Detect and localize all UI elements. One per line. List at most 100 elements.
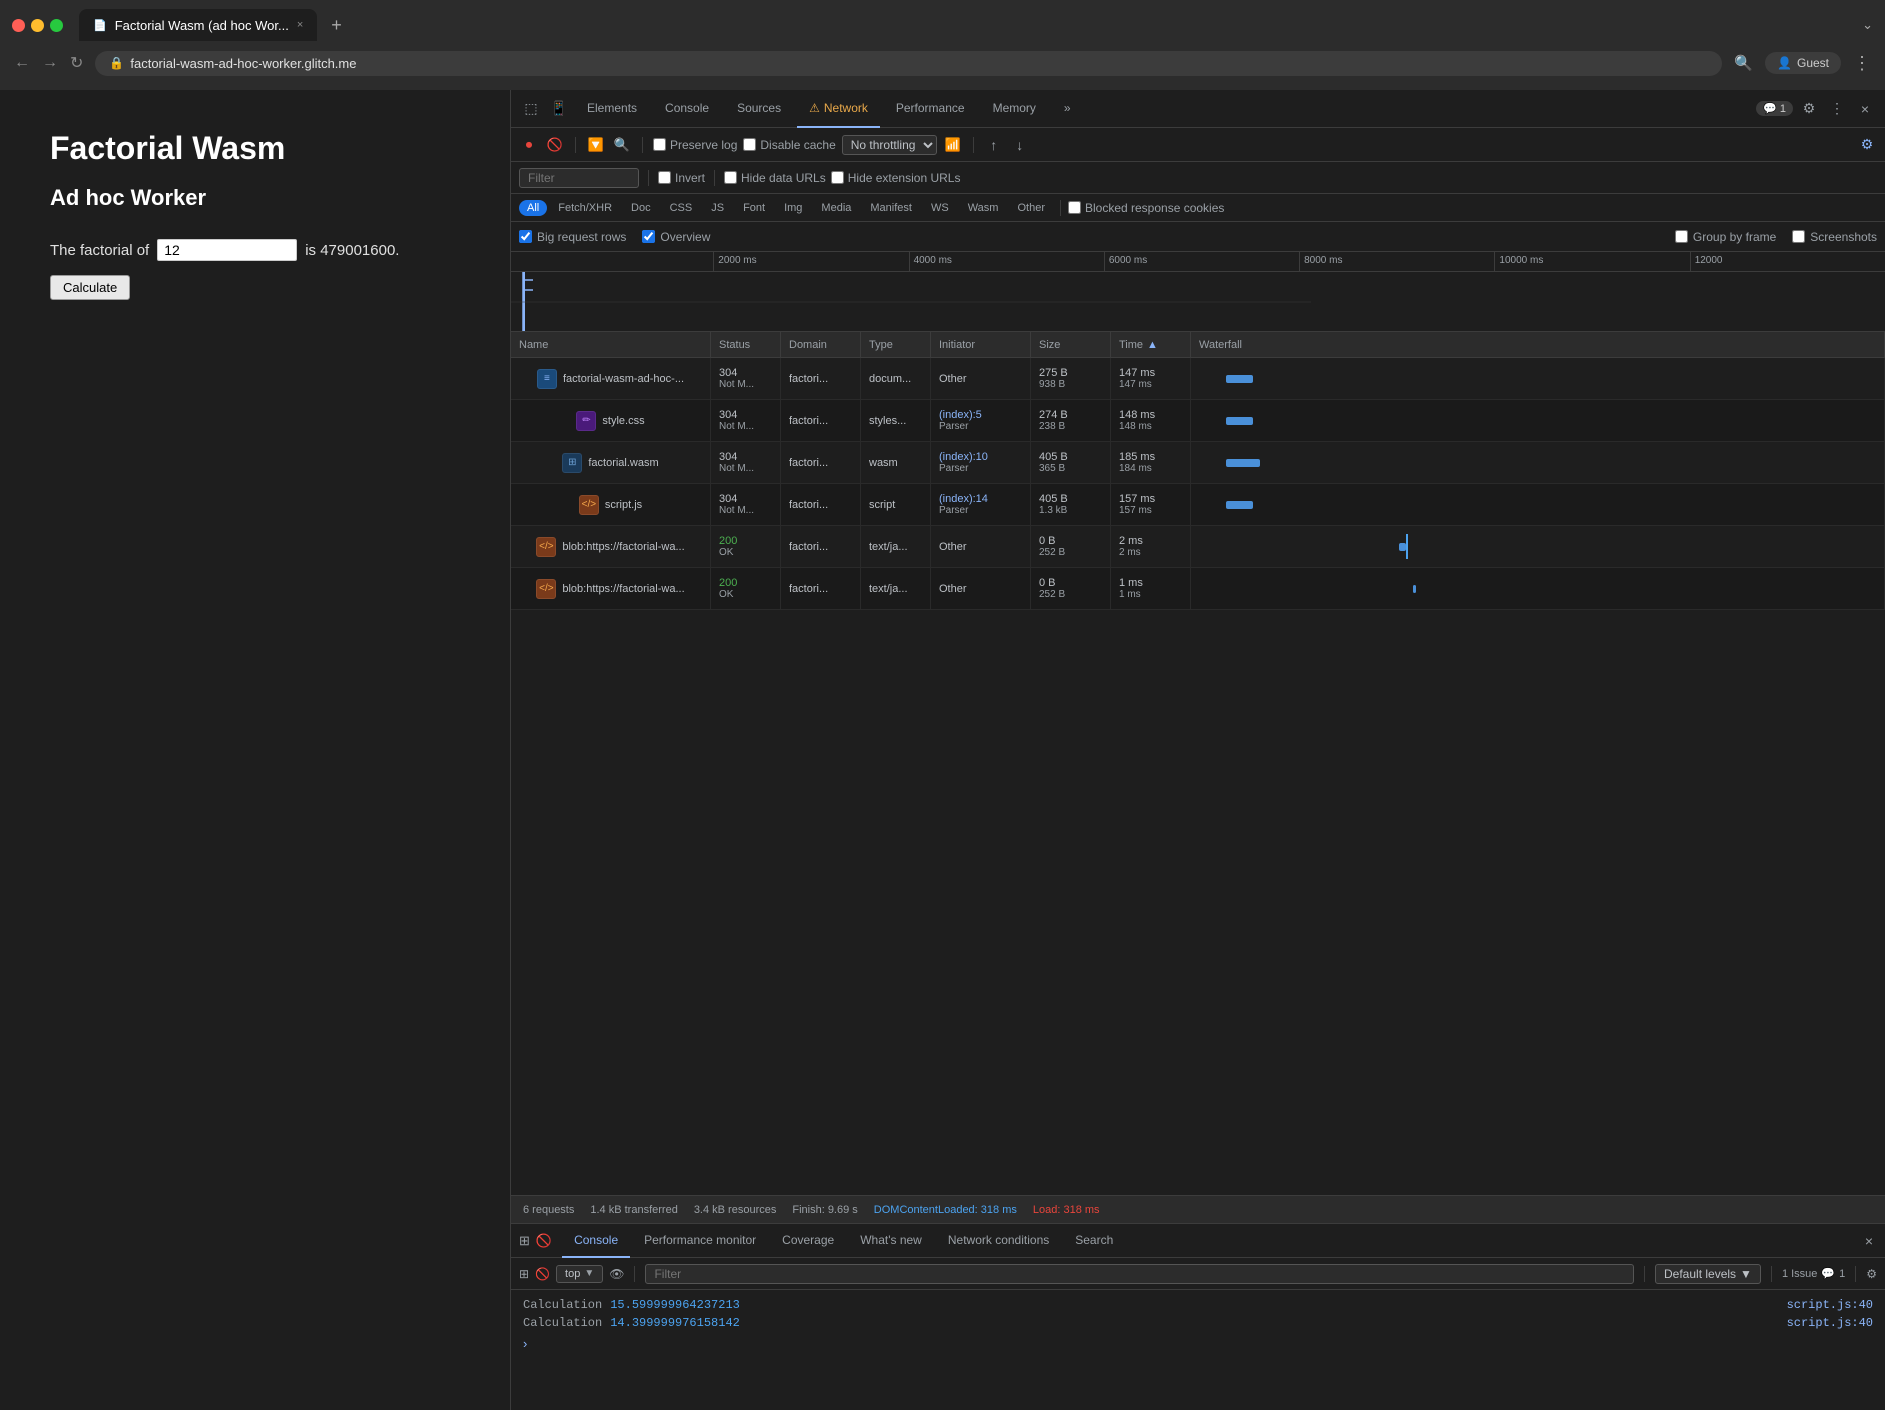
table-row[interactable]: ✏ style.css 304 Not M... factori... styl… [511, 400, 1885, 442]
console-filter-input[interactable] [645, 1264, 1634, 1284]
zoom-button[interactable]: 🔍 [1734, 54, 1753, 72]
console-tab-coverage[interactable]: Coverage [770, 1224, 846, 1258]
traffic-light-green[interactable] [50, 19, 63, 32]
expand-tabs-button[interactable]: ⌄ [1862, 17, 1873, 33]
table-row[interactable]: </> script.js 304 Not M... factori... sc… [511, 484, 1885, 526]
filter-font[interactable]: Font [735, 200, 773, 216]
th-size[interactable]: Size [1031, 332, 1111, 357]
disable-cache-label[interactable]: Disable cache [743, 138, 835, 152]
filter-wasm[interactable]: Wasm [960, 200, 1007, 216]
tab-console[interactable]: Console [653, 90, 721, 128]
hide-ext-urls-label[interactable]: Hide extension URLs [831, 171, 961, 185]
default-levels-selector[interactable]: Default levels ▼ [1655, 1264, 1761, 1284]
filter-img[interactable]: Img [776, 200, 810, 216]
clear-button[interactable]: 🚫 [545, 135, 565, 155]
console-tab-search[interactable]: Search [1063, 1224, 1125, 1258]
filter-manifest[interactable]: Manifest [862, 200, 920, 216]
filter-css[interactable]: CSS [662, 200, 701, 216]
hide-ext-urls-checkbox[interactable] [831, 171, 844, 184]
invert-label[interactable]: Invert [658, 171, 705, 185]
big-rows-label[interactable]: Big request rows [519, 230, 626, 244]
refresh-button[interactable]: ↻ [70, 53, 83, 73]
guest-button[interactable]: 👤 Guest [1765, 52, 1841, 74]
big-rows-checkbox[interactable] [519, 230, 532, 243]
console-close-button[interactable]: × [1861, 1233, 1877, 1249]
console-tab-whatsnew[interactable]: What's new [848, 1224, 934, 1258]
calculate-button[interactable]: Calculate [50, 275, 130, 300]
tab-elements[interactable]: Elements [575, 90, 649, 128]
filter-icon[interactable]: 🔽 [586, 135, 606, 155]
disable-cache-checkbox[interactable] [743, 138, 756, 151]
tab-performance[interactable]: Performance [884, 90, 977, 128]
console-settings-icon[interactable]: ⚙ [1866, 1267, 1877, 1281]
th-time[interactable]: Time ▲ [1111, 332, 1191, 357]
url-bar[interactable]: 🔒 factorial-wasm-ad-hoc-worker.glitch.me [95, 51, 1722, 76]
th-status[interactable]: Status [711, 332, 781, 357]
forward-button[interactable]: → [42, 54, 58, 72]
export-button[interactable]: ↓ [1010, 135, 1030, 155]
console-eye-icon[interactable]: 👁 [609, 1267, 624, 1281]
tab-memory[interactable]: Memory [981, 90, 1048, 128]
search-icon[interactable]: 🔍 [612, 135, 632, 155]
throttle-select[interactable]: No throttling [842, 135, 937, 155]
console-tab-console[interactable]: Console [562, 1224, 630, 1258]
console-tab-performance[interactable]: Performance monitor [632, 1224, 768, 1258]
overview-checkbox[interactable] [642, 230, 655, 243]
tab-network[interactable]: ⚠ Network [797, 90, 880, 128]
preserve-log-label[interactable]: Preserve log [653, 138, 737, 152]
top-context-selector[interactable]: top ▼ [556, 1265, 603, 1283]
active-tab[interactable]: 📄 Factorial Wasm (ad hoc Wor... × [79, 9, 317, 41]
devtools-device-icon[interactable]: 📱 [547, 97, 571, 121]
blocked-response-checkbox[interactable] [1068, 201, 1081, 214]
overview-label[interactable]: Overview [642, 230, 710, 244]
group-by-frame-checkbox[interactable] [1675, 230, 1688, 243]
filter-ws[interactable]: WS [923, 200, 957, 216]
filter-other[interactable]: Other [1009, 200, 1053, 216]
traffic-light-red[interactable] [12, 19, 25, 32]
filter-fetch-xhr[interactable]: Fetch/XHR [550, 200, 620, 216]
tab-sources[interactable]: Sources [725, 90, 793, 128]
devtools-close-icon[interactable]: × [1853, 97, 1877, 121]
filter-input[interactable] [519, 168, 639, 188]
filter-doc[interactable]: Doc [623, 200, 659, 216]
devtools-settings-icon[interactable]: ⚙ [1797, 97, 1821, 121]
preserve-log-checkbox[interactable] [653, 138, 666, 151]
table-row[interactable]: </> blob:https://factorial-wa... 200 OK … [511, 526, 1885, 568]
filter-media[interactable]: Media [813, 200, 859, 216]
filter-all[interactable]: All [519, 200, 547, 216]
invert-checkbox[interactable] [658, 171, 671, 184]
record-button[interactable]: ⏺ [519, 135, 539, 155]
tab-close-button[interactable]: × [297, 19, 303, 31]
hide-data-urls-checkbox[interactable] [724, 171, 737, 184]
table-row[interactable]: ≡ factorial-wasm-ad-hoc-... 304 Not M...… [511, 358, 1885, 400]
import-button[interactable]: ↑ [984, 135, 1004, 155]
th-type[interactable]: Type [861, 332, 931, 357]
console-clear-icon[interactable]: 🚫 [535, 1267, 550, 1281]
tab-more[interactable]: » [1052, 90, 1083, 128]
th-initiator[interactable]: Initiator [931, 332, 1031, 357]
group-by-frame-label[interactable]: Group by frame [1675, 230, 1776, 244]
console-tab-network-conditions[interactable]: Network conditions [936, 1224, 1061, 1258]
console-sidebar-icon[interactable]: ⊞ [519, 1267, 529, 1281]
table-row[interactable]: ⊞ factorial.wasm 304 Not M... factori...… [511, 442, 1885, 484]
devtools-more-icon[interactable]: ⋮ [1825, 97, 1849, 121]
factorial-input[interactable] [157, 239, 297, 261]
wifi-icon[interactable]: 📶 [943, 135, 963, 155]
more-options-button[interactable]: ⋮ [1853, 53, 1871, 74]
th-waterfall[interactable]: Waterfall [1191, 332, 1885, 357]
th-domain[interactable]: Domain [781, 332, 861, 357]
timeline-area[interactable]: 2000 ms 4000 ms 6000 ms 8000 ms 10000 ms… [511, 252, 1885, 332]
blocked-response-label[interactable]: Blocked response cookies [1068, 201, 1224, 215]
th-name[interactable]: Name [511, 332, 711, 357]
network-table[interactable]: ≡ factorial-wasm-ad-hoc-... 304 Not M...… [511, 358, 1885, 1195]
console-prompt[interactable]: › [511, 1332, 1885, 1355]
filter-js[interactable]: JS [703, 200, 732, 216]
screenshots-checkbox[interactable] [1792, 230, 1805, 243]
devtools-inspect-icon[interactable]: ⬚ [519, 97, 543, 121]
traffic-light-yellow[interactable] [31, 19, 44, 32]
network-settings-icon[interactable]: ⚙ [1857, 135, 1877, 155]
screenshots-label[interactable]: Screenshots [1792, 230, 1877, 244]
table-row[interactable]: </> blob:https://factorial-wa... 200 OK … [511, 568, 1885, 610]
back-button[interactable]: ← [14, 54, 30, 72]
hide-data-urls-label[interactable]: Hide data URLs [724, 171, 826, 185]
